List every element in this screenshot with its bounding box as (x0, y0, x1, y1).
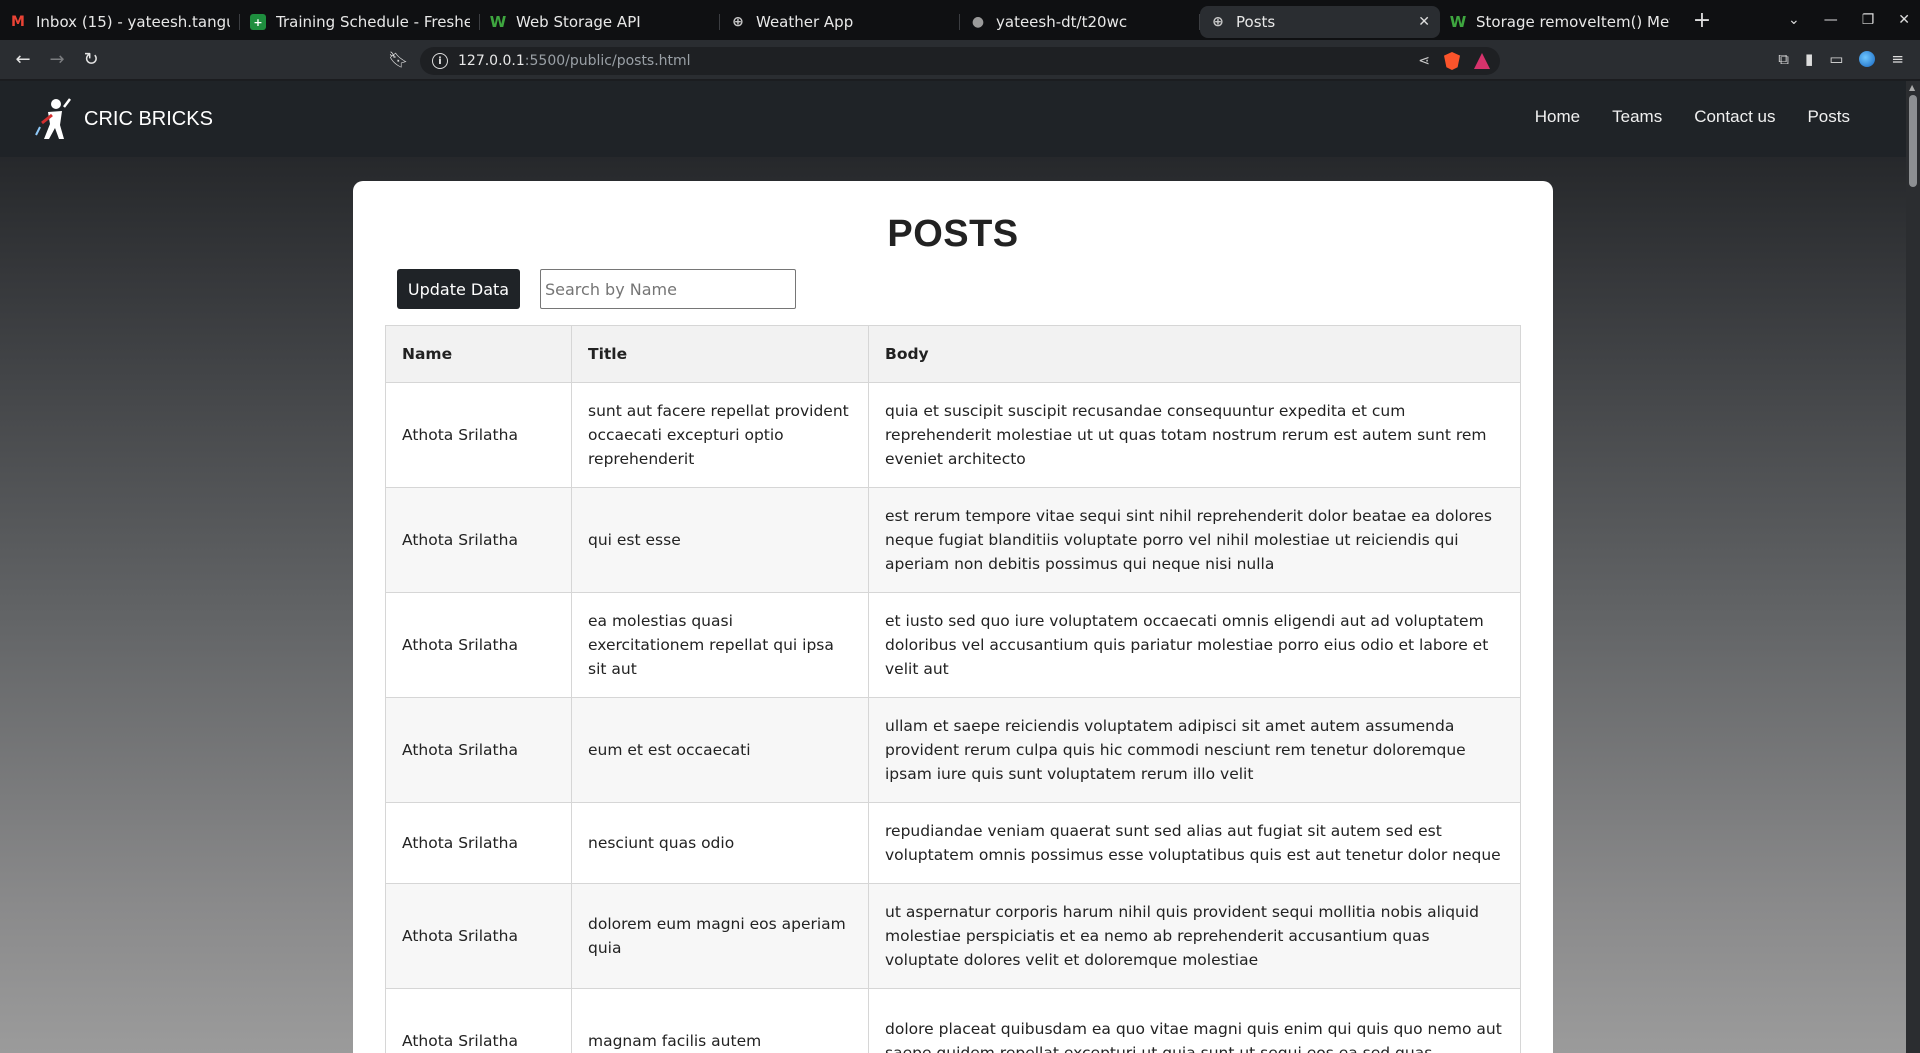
reload-icon[interactable]: ↻ (74, 49, 108, 70)
table-row: Athota Srilatha ea molestias quasi exerc… (385, 592, 1521, 698)
cell-body: dolore placeat quibusdam ea quo vitae ma… (868, 988, 1521, 1053)
close-icon[interactable]: ✕ (1418, 14, 1430, 30)
url-path: :5500/public/posts.html (524, 53, 691, 69)
w-icon: W (1449, 13, 1467, 31)
w-icon: W (489, 13, 507, 31)
column-header-title[interactable]: Title (571, 325, 869, 383)
table-row: Athota Srilatha magnam facilis autem dol… (385, 988, 1521, 1053)
tab-weather-app[interactable]: ⊕ Weather App (720, 6, 960, 38)
cell-title: sunt aut facere repellat provident occae… (571, 382, 869, 488)
tab-search-chevron-icon[interactable]: ⌄ (1788, 12, 1800, 28)
cell-name: Athota Srilatha (385, 988, 572, 1053)
cell-title: nesciunt quas odio (571, 802, 869, 884)
cell-body: ut aspernatur corporis harum nihil quis … (868, 883, 1521, 989)
posts-card: POSTS Update Data Name Title Body Athota… (353, 181, 1553, 1053)
address-bar[interactable]: i 127.0.0.1:5500/public/posts.html ⋖ (420, 47, 1500, 75)
table-row: Athota Srilatha eum et est occaecati ull… (385, 697, 1521, 803)
tab-gmail[interactable]: M Inbox (15) - yateesh.tangudu (0, 6, 240, 38)
sheets-icon: + (250, 14, 266, 30)
page-title: POSTS (887, 213, 1019, 255)
table-row: Athota Srilatha dolorem eum magni eos ap… (385, 883, 1521, 989)
nav-contact-link[interactable]: Contact us (1694, 107, 1775, 127)
page-scrollbar[interactable]: ▲ (1906, 81, 1920, 1053)
cell-title: qui est esse (571, 487, 869, 593)
nav-teams-link[interactable]: Teams (1612, 107, 1662, 127)
site-info-icon[interactable]: i (432, 53, 448, 69)
scrollbar-thumb[interactable] (1909, 95, 1917, 187)
nav-links: Home Teams Contact us Posts (1535, 107, 1850, 127)
search-input[interactable] (540, 269, 796, 309)
tab-github[interactable]: ● yateesh-dt/t20wc (960, 6, 1200, 38)
table-row: Athota Srilatha nesciunt quas odio repud… (385, 802, 1521, 884)
brand[interactable]: CRIC BRICKS (34, 97, 213, 141)
nav-home-link[interactable]: Home (1535, 107, 1580, 127)
cell-body: est rerum tempore vitae sequi sint nihil… (868, 487, 1521, 593)
globe-icon: ⊕ (732, 14, 744, 30)
url-host: 127.0.0.1 (458, 53, 525, 69)
tab-storage-removeitem[interactable]: W Storage removeItem() Meth (1440, 6, 1680, 38)
share-icon[interactable]: ⋖ (1418, 53, 1430, 69)
cell-body: quia et suscipit suscipit recusandae con… (868, 382, 1521, 488)
toolbar-actions: ⧉ ▮ ▭ ≡ (1778, 50, 1904, 68)
scroll-up-arrow-icon[interactable]: ▲ (1909, 83, 1915, 92)
notification-badge (1484, 53, 1490, 60)
extensions-icon[interactable]: ⧉ (1778, 50, 1789, 68)
brave-shields-icon[interactable] (1444, 52, 1460, 70)
cell-title: ea molestias quasi exercitationem repell… (571, 592, 869, 698)
restore-icon[interactable]: ❐ (1862, 12, 1875, 28)
nav-posts-link[interactable]: Posts (1807, 107, 1850, 127)
brand-name: CRIC BRICKS (84, 107, 213, 130)
page-viewport: CRIC BRICKS Home Teams Contact us Posts … (0, 81, 1906, 1053)
update-data-button[interactable]: Update Data (397, 269, 520, 309)
tab-label: Training Schedule - Freshers (276, 13, 470, 31)
forward-icon[interactable]: → (40, 49, 74, 70)
site-navbar: CRIC BRICKS Home Teams Contact us Posts (0, 81, 1906, 157)
tab-label: Inbox (15) - yateesh.tangudu (36, 13, 230, 31)
table-row: Athota Srilatha qui est esse est rerum t… (385, 487, 1521, 593)
bookmark-icon[interactable]: 🔖︎ (388, 50, 408, 69)
close-window-icon[interactable]: ✕ (1898, 12, 1910, 28)
tab-training-schedule[interactable]: + Training Schedule - Freshers (240, 6, 480, 38)
tab-label: Web Storage API (516, 13, 641, 31)
wallet-icon[interactable]: ▭ (1829, 50, 1843, 68)
tab-label: yateesh-dt/t20wc (996, 13, 1128, 31)
profile-icon[interactable] (1859, 51, 1876, 67)
back-icon[interactable]: ← (6, 49, 40, 70)
cell-name: Athota Srilatha (385, 592, 572, 698)
tab-label: Weather App (756, 13, 854, 31)
sidebar-icon[interactable]: ▮ (1805, 50, 1813, 68)
address-bar-actions: ⋖ (1418, 52, 1490, 70)
cell-body: repudiandae veniam quaerat sunt sed alia… (868, 802, 1521, 884)
cell-name: Athota Srilatha (385, 487, 572, 593)
cell-title: magnam facilis autem (571, 988, 869, 1053)
menu-icon[interactable]: ≡ (1891, 50, 1904, 68)
tab-posts[interactable]: ⊕ Posts ✕ (1200, 6, 1440, 38)
cell-name: Athota Srilatha (385, 697, 572, 803)
github-icon: ● (971, 14, 985, 30)
gmail-icon: M (11, 14, 25, 30)
table-row: Athota Srilatha sunt aut facere repellat… (385, 382, 1521, 488)
tab-label: Storage removeItem() Meth (1476, 13, 1670, 31)
minimize-icon[interactable]: — (1824, 12, 1838, 28)
cell-name: Athota Srilatha (385, 382, 572, 488)
cell-name: Athota Srilatha (385, 883, 572, 989)
brave-rewards-icon[interactable] (1474, 53, 1490, 69)
cell-body: et iusto sed quo iure voluptatem occaeca… (868, 592, 1521, 698)
tab-list: M Inbox (15) - yateesh.tangudu + Trainin… (0, 0, 1714, 40)
tab-label: Posts (1236, 13, 1276, 31)
posts-table: Name Title Body Athota Srilatha sunt aut… (385, 325, 1521, 1053)
column-header-name[interactable]: Name (385, 325, 572, 383)
cell-title: dolorem eum magni eos aperiam quia (571, 883, 869, 989)
tab-strip: M Inbox (15) - yateesh.tangudu + Trainin… (0, 0, 1920, 40)
new-tab-icon[interactable]: + (1690, 8, 1714, 33)
cell-title: eum et est occaecati (571, 697, 869, 803)
column-header-body[interactable]: Body (868, 325, 1521, 383)
window-controls: ⌄ — ❐ ✕ (1788, 0, 1910, 40)
cell-name: Athota Srilatha (385, 802, 572, 884)
cell-body: ullam et saepe reiciendis voluptatem adi… (868, 697, 1521, 803)
tab-web-storage-api[interactable]: W Web Storage API (480, 6, 720, 38)
cricket-player-logo-icon (35, 98, 71, 139)
globe-icon: ⊕ (1212, 14, 1224, 30)
table-header-row: Name Title Body (385, 325, 1521, 383)
